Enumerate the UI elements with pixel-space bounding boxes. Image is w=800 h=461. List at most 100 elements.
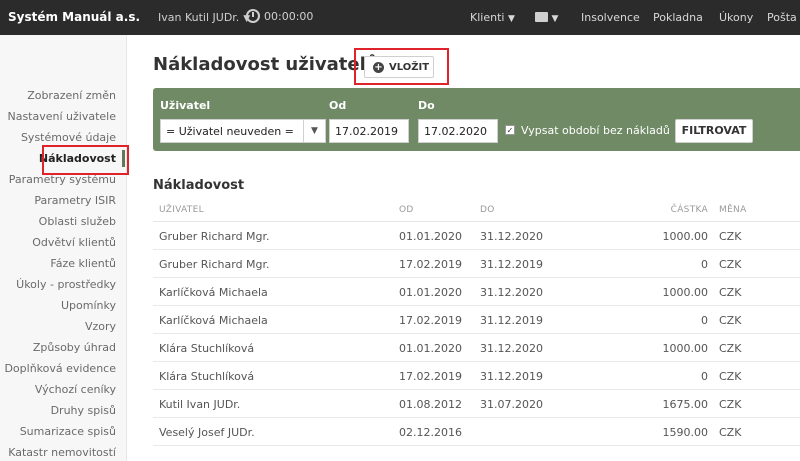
nav-print[interactable]: ▼ <box>535 11 558 24</box>
highlight-box-add-button <box>354 48 449 85</box>
sidebar-item-zobrazeni-zmen[interactable]: Zobrazení změn <box>27 89 116 102</box>
filter-button[interactable]: FILTROVAT <box>675 119 753 143</box>
table-row[interactable]: Klára Stuchlíková 01.01.2020 31.12.2020 … <box>153 334 800 362</box>
cell-amount: 0 <box>701 258 708 271</box>
cell-user: Gruber Richard Mgr. <box>159 258 270 271</box>
cell-from: 01.01.2020 <box>399 286 462 299</box>
sidebar-item-ukoly-prostredky[interactable]: Úkoly - prostředky <box>16 278 116 291</box>
sidebar-item-druhy-spisu[interactable]: Druhy spisů <box>51 404 116 417</box>
column-header-amount[interactable]: ČÁSTKA <box>671 205 708 215</box>
highlight-box-sidebar <box>42 145 129 175</box>
from-date-value: 17.02.2019 <box>335 125 398 138</box>
cell-currency: CZK <box>719 258 742 271</box>
cell-to: 31.07.2020 <box>480 398 543 411</box>
user-filter-label: Uživatel <box>160 99 211 112</box>
cell-to: 31.12.2020 <box>480 342 543 355</box>
cell-from: 01.01.2020 <box>399 342 462 355</box>
sidebar: Zobrazení změn Nastavení uživatele Systé… <box>0 35 127 461</box>
cell-from: 17.02.2019 <box>399 370 462 383</box>
cell-amount: 1000.00 <box>662 342 709 355</box>
sidebar-item-vychozi-ceniky[interactable]: Výchozí ceníky <box>35 383 116 396</box>
stopwatch-icon <box>246 9 260 23</box>
table-row[interactable]: Klára Stuchlíková 17.02.2019 31.12.2019 … <box>153 362 800 390</box>
cell-from: 02.12.2016 <box>399 426 462 439</box>
no-cost-period-label[interactable]: Vypsat období bez nákladů <box>521 124 670 137</box>
sidebar-item-systemove-udaje[interactable]: Systémové údaje <box>21 131 116 144</box>
to-date-input[interactable]: 17.02.2020 <box>418 119 498 143</box>
column-header-to[interactable]: DO <box>480 205 495 215</box>
sidebar-item-sumarizace-spisu[interactable]: Sumarizace spisů <box>20 425 116 438</box>
cell-to: 31.12.2019 <box>480 314 543 327</box>
cell-currency: CZK <box>719 426 742 439</box>
table-row[interactable]: Gruber Richard Mgr. 17.02.2019 31.12.201… <box>153 250 800 278</box>
cell-amount: 1000.00 <box>662 286 709 299</box>
sidebar-item-katastr-nemovitosti[interactable]: Katastr nemovitostí <box>8 446 116 459</box>
cell-amount: 1675.00 <box>662 398 709 411</box>
cell-amount: 1000.00 <box>662 230 709 243</box>
chevron-down-icon: ▼ <box>507 14 515 24</box>
cell-amount: 1590.00 <box>662 426 709 439</box>
column-header-currency[interactable]: MĚNA <box>719 205 747 215</box>
page-title: Nákladovost uživatelů <box>153 54 379 75</box>
cell-to: 31.12.2019 <box>480 370 543 383</box>
nav-klienti[interactable]: Klienti ▼ <box>470 11 515 24</box>
chevron-down-icon: ▼ <box>303 120 325 142</box>
cell-to: 31.12.2020 <box>480 286 543 299</box>
user-menu[interactable]: Ivan Kutil JUDr. ▼ <box>158 11 250 24</box>
sidebar-item-oblasti-sluzeb[interactable]: Oblasti služeb <box>39 215 116 228</box>
sidebar-item-faze-klientu[interactable]: Fáze klientů <box>50 257 116 270</box>
brand-name[interactable]: Systém Manuál a.s. <box>8 10 140 24</box>
cell-user: Gruber Richard Mgr. <box>159 230 270 243</box>
cell-from: 17.02.2019 <box>399 258 462 271</box>
sidebar-item-odvetvi-klientu[interactable]: Odvětví klientů <box>32 236 116 249</box>
table-row[interactable]: Gruber Richard Mgr. 01.01.2020 31.12.202… <box>153 222 800 250</box>
cell-currency: CZK <box>719 370 742 383</box>
column-header-user[interactable]: UŽIVATEL <box>159 205 204 215</box>
table-row[interactable]: Karlíčková Michaela 17.02.2019 31.12.201… <box>153 306 800 334</box>
timer[interactable]: 00:00:00 <box>246 6 313 23</box>
cell-currency: CZK <box>719 230 742 243</box>
top-bar: Systém Manuál a.s. Ivan Kutil JUDr. ▼ 00:… <box>0 0 800 35</box>
section-title: Nákladovost <box>153 178 245 193</box>
cell-user: Karlíčková Michaela <box>159 314 268 327</box>
user-name: Ivan Kutil JUDr. <box>158 11 240 24</box>
cell-user: Kutil Ivan JUDr. <box>159 398 241 411</box>
nav-ukony[interactable]: Úkony <box>719 11 753 24</box>
column-header-from[interactable]: OD <box>399 205 414 215</box>
sidebar-item-upominky[interactable]: Upomínky <box>61 299 116 312</box>
filter-bar: Uživatel = Uživatel neuveden = ▼ Od 17.0… <box>153 88 800 151</box>
cell-amount: 0 <box>701 314 708 327</box>
cell-currency: CZK <box>719 314 742 327</box>
cell-currency: CZK <box>719 398 742 411</box>
from-date-input[interactable]: 17.02.2019 <box>329 119 409 143</box>
from-label: Od <box>329 99 347 112</box>
timer-value: 00:00:00 <box>264 10 314 23</box>
nav-pokladna[interactable]: Pokladna <box>653 11 703 24</box>
sidebar-item-nastaveni-uzivatele[interactable]: Nastavení uživatele <box>7 110 116 123</box>
cell-user: Karlíčková Michaela <box>159 286 268 299</box>
nav-insolvence[interactable]: Insolvence <box>581 11 640 24</box>
no-cost-period-checkbox[interactable]: ✓ <box>505 125 515 135</box>
table-header: UŽIVATEL OD DO ČÁSTKA MĚNA <box>153 200 800 222</box>
cell-currency: CZK <box>719 286 742 299</box>
sidebar-item-vzory[interactable]: Vzory <box>85 320 116 333</box>
nav-posta[interactable]: Pošta <box>767 11 797 24</box>
to-date-value: 17.02.2020 <box>424 125 487 138</box>
cell-currency: CZK <box>719 342 742 355</box>
sidebar-item-parametry-isir[interactable]: Parametry ISIR <box>34 194 116 207</box>
cell-user: Klára Stuchlíková <box>159 370 255 383</box>
cell-amount: 0 <box>701 370 708 383</box>
nav-klienti-label: Klienti <box>470 11 505 24</box>
table-row[interactable]: Kutil Ivan JUDr. 01.08.2012 31.07.2020 1… <box>153 390 800 418</box>
cell-user: Veselý Josef JUDr. <box>159 426 255 439</box>
table-row[interactable]: Veselý Josef JUDr. 02.12.2016 1590.00 CZ… <box>153 418 800 446</box>
user-select[interactable]: = Uživatel neuveden = ▼ <box>160 119 326 143</box>
table-row[interactable]: Karlíčková Michaela 01.01.2020 31.12.202… <box>153 278 800 306</box>
sidebar-item-zpusoby-uhrad[interactable]: Způsoby úhrad <box>33 341 116 354</box>
cell-from: 01.01.2020 <box>399 230 462 243</box>
sidebar-item-doplnkova-evidence[interactable]: Doplňková evidence <box>4 362 116 375</box>
cell-to: 31.12.2020 <box>480 230 543 243</box>
cell-from: 01.08.2012 <box>399 398 462 411</box>
cell-user: Klára Stuchlíková <box>159 342 255 355</box>
printer-icon <box>535 12 548 22</box>
